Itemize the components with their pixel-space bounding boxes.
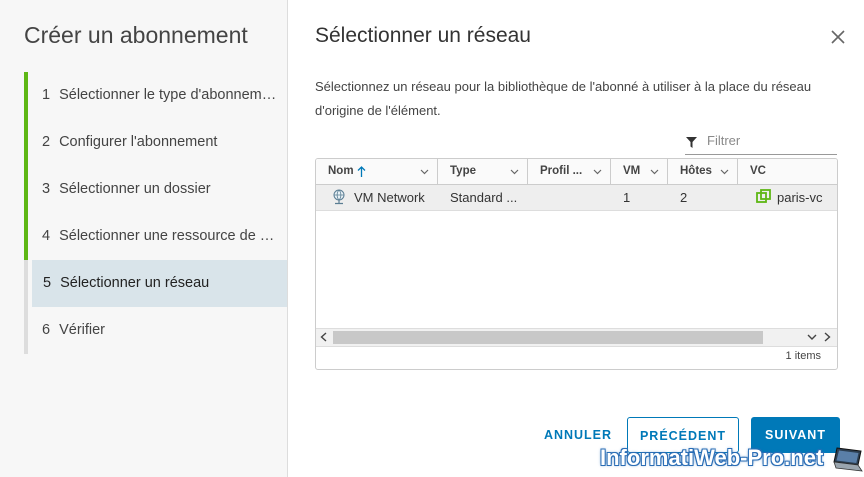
step-number: 3	[42, 181, 51, 197]
step-label: Sélectionner un dossier	[59, 181, 211, 197]
chevron-down-icon[interactable]	[593, 167, 602, 176]
step-label: Vérifier	[59, 322, 106, 338]
step-label: Sélectionner un réseau	[60, 275, 210, 291]
step-number: 4	[42, 228, 51, 244]
column-header-vm[interactable]: VM	[611, 159, 668, 184]
column-header-type[interactable]: Type	[438, 159, 528, 184]
scrollbar-thumb[interactable]	[333, 331, 763, 344]
scroll-left-icon[interactable]	[318, 331, 330, 343]
column-header-profile[interactable]: Profil ...	[528, 159, 611, 184]
wizard-step-6[interactable]: 6 Vérifier	[24, 307, 287, 354]
column-label: Nom	[328, 165, 354, 177]
watermark: InformatiWeb-Pro.net	[600, 445, 824, 470]
datagrid-header: Nom Type Profil ... VM Hôtes VC	[316, 159, 837, 185]
filter-field[interactable]	[685, 129, 837, 155]
wizard-sidebar: Créer un abonnement 1 Sélectionner le typ…	[0, 0, 288, 477]
vcenter-icon	[756, 189, 771, 203]
step-progress-bar	[24, 307, 28, 354]
cell-vc[interactable]: paris-vc	[777, 185, 837, 210]
chevron-down-icon[interactable]	[650, 167, 659, 176]
step-number: 6	[42, 322, 51, 338]
wizard-title: Créer un abonnement	[24, 22, 248, 48]
step-progress-bar	[24, 166, 28, 213]
wizard-steps: 1 Sélectionner le type d'abonnem… 2 Config…	[24, 72, 287, 354]
step-number: 1	[42, 87, 51, 103]
chevron-down-icon[interactable]	[720, 167, 729, 176]
laptop-icon	[833, 447, 863, 472]
column-label: VC	[750, 165, 766, 177]
step-number: 5	[43, 275, 52, 291]
step-progress-bar	[24, 260, 28, 307]
sort-ascending-icon	[357, 166, 366, 177]
column-label: VM	[623, 165, 641, 177]
wizard-step-2[interactable]: 2 Configurer l'abonnement	[24, 119, 287, 166]
column-label: Type	[450, 165, 476, 177]
column-header-vc[interactable]: VC	[738, 159, 837, 184]
wizard-content: Sélectionner un réseau Sélectionnez un r…	[288, 0, 864, 477]
step-progress-bar	[24, 119, 28, 166]
step-progress-bar	[24, 72, 28, 119]
column-label: Hôtes	[680, 165, 712, 177]
step-label: Sélectionner le type d'abonnem…	[59, 87, 277, 103]
step-label: Sélectionner une ressource de …	[59, 228, 275, 244]
close-icon[interactable]	[829, 28, 847, 46]
column-header-name[interactable]: Nom	[316, 159, 438, 184]
cell-hosts: 2	[680, 190, 688, 205]
cell-type: Standard ...	[450, 190, 518, 205]
page-description: Sélectionnez un réseau pour la bibliothè…	[315, 79, 812, 118]
scroll-right-icon[interactable]	[821, 331, 833, 343]
table-row[interactable]: VM Network Standard ... 1 2 paris-vc	[316, 185, 837, 211]
wizard-step-1[interactable]: 1 Sélectionner le type d'abonnem…	[24, 72, 287, 119]
item-count: 1 items	[785, 350, 821, 362]
filter-icon	[686, 137, 697, 148]
step-number: 2	[42, 134, 51, 150]
step-progress-bar	[24, 213, 28, 260]
wizard-step-3[interactable]: 3 Sélectionner un dossier	[24, 166, 287, 213]
cell-vm: 1	[623, 190, 631, 205]
column-header-hosts[interactable]: Hôtes	[668, 159, 738, 184]
horizontal-scrollbar[interactable]	[316, 328, 837, 347]
wizard-step-4[interactable]: 4 Sélectionner une ressource de …	[24, 213, 287, 260]
step-label: Configurer l'abonnement	[59, 134, 218, 150]
chevron-down-icon[interactable]	[510, 167, 519, 176]
filter-input[interactable]	[705, 132, 834, 149]
column-label: Profil ...	[540, 165, 583, 177]
wizard-step-5[interactable]: 5 Sélectionner un réseau	[24, 260, 287, 307]
page-title: Sélectionner un réseau	[315, 24, 531, 47]
chevron-down-icon[interactable]	[806, 331, 818, 343]
chevron-down-icon[interactable]	[420, 167, 429, 176]
cell-name[interactable]: VM Network	[354, 185, 425, 210]
network-icon	[333, 189, 345, 205]
network-datagrid: Nom Type Profil ... VM Hôtes VC VM Netwo…	[315, 158, 838, 370]
